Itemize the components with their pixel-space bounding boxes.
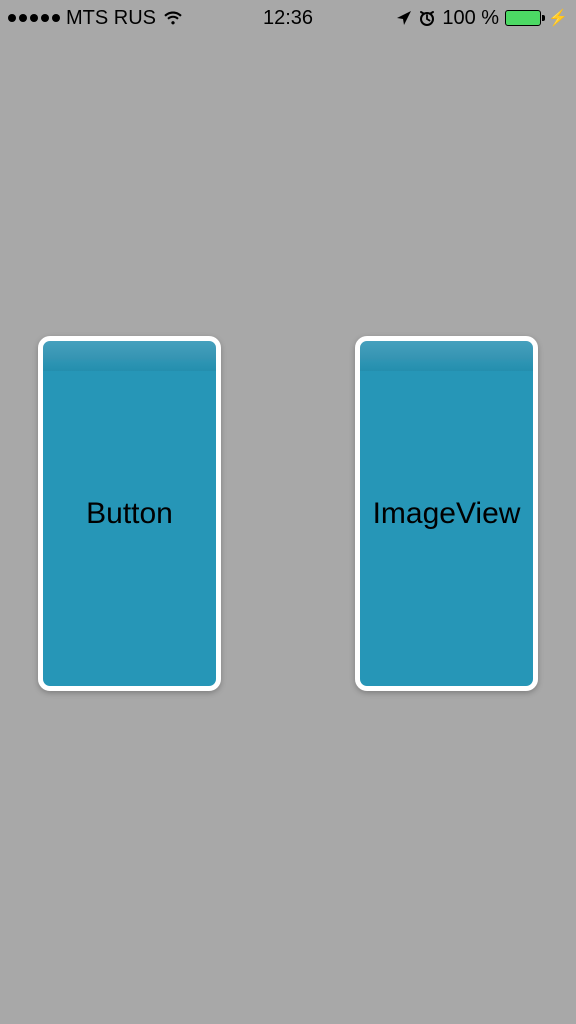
status-time: 12:36 bbox=[263, 7, 313, 30]
status-left: MTS RUS bbox=[8, 7, 184, 30]
battery-icon bbox=[505, 10, 541, 26]
imageview-tile-label: ImageView bbox=[373, 497, 521, 531]
carrier-label: MTS RUS bbox=[66, 7, 156, 30]
signal-dots-icon bbox=[8, 14, 60, 22]
charging-icon: ⚡ bbox=[548, 8, 568, 28]
location-icon bbox=[396, 10, 412, 26]
status-right: 100 % ⚡ bbox=[396, 7, 568, 30]
button-tile-label: Button bbox=[86, 497, 173, 531]
alarm-icon bbox=[418, 9, 436, 27]
status-bar: MTS RUS 12:36 100 % ⚡ bbox=[0, 0, 576, 36]
button-tile[interactable]: Button bbox=[38, 336, 221, 691]
battery-percent: 100 % bbox=[442, 7, 499, 30]
wifi-icon bbox=[162, 10, 184, 26]
imageview-tile[interactable]: ImageView bbox=[355, 336, 538, 691]
content-area: Button ImageView bbox=[0, 336, 576, 691]
